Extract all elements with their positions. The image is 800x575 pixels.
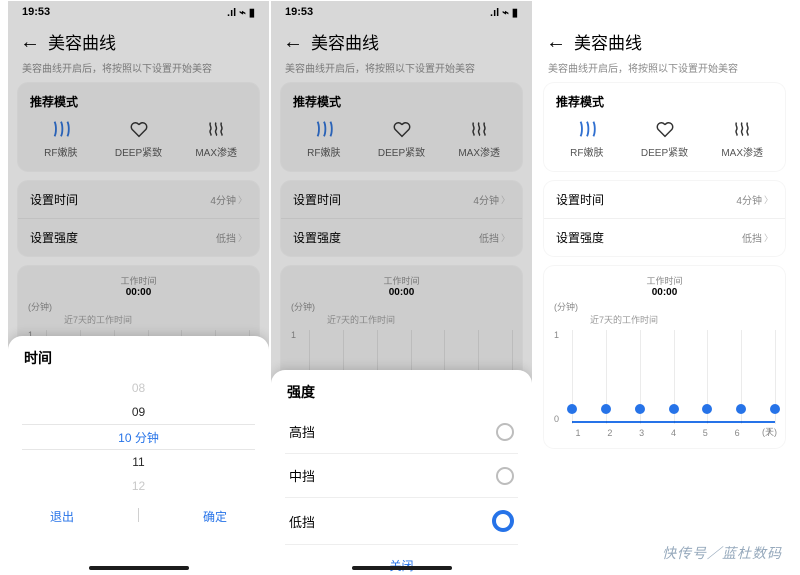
status-bar: 19:53 .ıl ⌁ ▮ xyxy=(271,1,532,23)
row-set-intensity[interactable]: 设置强度 低挡〉 xyxy=(18,218,259,256)
heart-icon xyxy=(128,118,150,140)
confirm-button[interactable]: 确定 xyxy=(203,508,227,525)
time-wheel[interactable]: 08 09 10 分钟 11 12 xyxy=(22,376,255,498)
mode-rf[interactable]: RF嫩肤 xyxy=(22,118,100,159)
heart-icon xyxy=(654,118,676,140)
home-indicator[interactable] xyxy=(352,566,452,570)
modes-row: RF嫩肤 DEEP紧致 MAX渗透 xyxy=(18,116,259,171)
back-icon[interactable]: ← xyxy=(546,33,566,51)
mode-rf[interactable]: RF嫩肤 xyxy=(548,118,626,159)
mode-deep[interactable]: DEEP紧致 xyxy=(626,118,704,159)
screen-intensity-picker: 19:53 .ıl ⌁ ▮ ←美容曲线 美容曲线开启后，将按照以下设置开始美容 … xyxy=(271,1,532,574)
chevron-right-icon: 〉 xyxy=(238,193,247,206)
watermark: 快传号／蓝杜数码 xyxy=(662,543,782,563)
radio-icon xyxy=(496,467,514,485)
status-bar: 19:53 .ıl ⌁ ▮ xyxy=(8,1,269,23)
row-set-time[interactable]: 设置时间4分钟〉 xyxy=(281,181,522,218)
intensity-option-low[interactable]: 低挡 xyxy=(285,498,518,545)
status-icons: .ıl ⌁ ▮ xyxy=(227,6,255,19)
heat-icon xyxy=(731,118,753,140)
modes-card: 推荐模式 RF嫩肤 DEEP紧致 MAX渗透 xyxy=(18,83,259,171)
rf-waves-icon xyxy=(50,118,72,140)
chevron-right-icon: 〉 xyxy=(501,193,510,206)
sheet-buttons: 退出 确定 xyxy=(22,498,255,531)
cancel-button[interactable]: 退出 xyxy=(50,508,74,525)
chart-legend: 近7天的工作时间 xyxy=(24,313,253,328)
screen-time-picker: 19:53 .ıl ⌁ ▮ ← 美容曲线 美容曲线开启后，将按照以下设置开始美容… xyxy=(8,1,269,574)
work-time-label: 工作时间 xyxy=(24,274,253,287)
mode-max[interactable]: MAX渗透 xyxy=(177,118,255,159)
row-set-time[interactable]: 设置时间4分钟〉 xyxy=(544,181,785,218)
screen-main: ←美容曲线 美容曲线开启后，将按照以下设置开始美容 推荐模式 RF嫩肤 DEEP… xyxy=(534,1,795,574)
modes-heading: 推荐模式 xyxy=(18,83,259,116)
time-picker-sheet: 时间 08 09 10 分钟 11 12 退出 确定 xyxy=(8,336,269,574)
heat-icon xyxy=(205,118,227,140)
mode-max[interactable]: MAX渗透 xyxy=(703,118,781,159)
chevron-right-icon: 〉 xyxy=(764,231,773,244)
chevron-right-icon: 〉 xyxy=(238,231,247,244)
chart-card: 工作时间 00:00 (分钟) 近7天的工作时间 10 1234567 (天) xyxy=(544,266,785,448)
back-icon[interactable]: ← xyxy=(283,33,303,51)
header: ← 美容曲线 xyxy=(8,23,269,58)
intensity-option-mid[interactable]: 中挡 xyxy=(285,454,518,498)
home-indicator[interactable] xyxy=(89,566,189,570)
row-set-time[interactable]: 设置时间 4分钟〉 xyxy=(18,181,259,218)
row-set-intensity[interactable]: 设置强度低挡〉 xyxy=(544,218,785,256)
sheet-title: 时间 xyxy=(24,348,255,368)
heat-icon xyxy=(468,118,490,140)
back-icon[interactable]: ← xyxy=(20,33,40,51)
mode-deep[interactable]: DEEP紧致 xyxy=(363,118,441,159)
row-set-intensity[interactable]: 设置强度低挡〉 xyxy=(281,218,522,256)
mode-rf[interactable]: RF嫩肤 xyxy=(285,118,363,159)
chevron-right-icon: 〉 xyxy=(764,193,773,206)
chart-ylabel: (分钟) xyxy=(24,298,253,313)
chevron-right-icon: 〉 xyxy=(501,231,510,244)
page-title: 美容曲线 xyxy=(48,29,116,54)
heart-icon xyxy=(391,118,413,140)
radio-icon xyxy=(496,423,514,441)
mode-max[interactable]: MAX渗透 xyxy=(440,118,518,159)
mode-deep[interactable]: DEEP紧致 xyxy=(100,118,178,159)
intensity-sheet: 强度 高挡 中挡 低挡 关闭 xyxy=(271,370,532,574)
rf-waves-icon xyxy=(313,118,335,140)
settings-card: 设置时间 4分钟〉 设置强度 低挡〉 xyxy=(18,181,259,256)
status-time: 19:53 xyxy=(22,6,50,18)
work-time-value: 00:00 xyxy=(24,287,253,298)
intensity-option-high[interactable]: 高挡 xyxy=(285,410,518,454)
rf-waves-icon xyxy=(576,118,598,140)
page-subtitle: 美容曲线开启后，将按照以下设置开始美容 xyxy=(8,58,269,83)
radio-checked-icon xyxy=(492,510,514,532)
